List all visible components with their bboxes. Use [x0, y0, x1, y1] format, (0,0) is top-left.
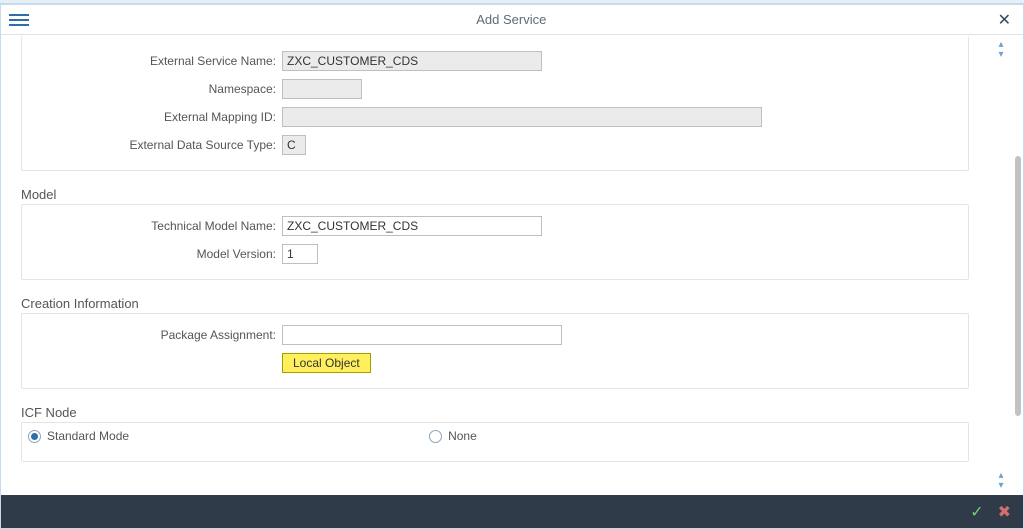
model-version-input[interactable] [282, 244, 318, 264]
dialog-footer: ✓ ✖ [1, 495, 1023, 528]
external-mapping-id-input[interactable] [282, 107, 762, 127]
icf-node-panel: Standard Mode None [21, 422, 969, 462]
icf-radio-none[interactable]: None [429, 429, 477, 443]
service-info-panel: External Service Name: Namespace: Extern… [21, 36, 969, 171]
external-data-source-type-label: External Data Source Type: [32, 138, 282, 152]
radio-icon [429, 430, 442, 443]
creation-info-panel: Package Assignment: Local Object [21, 313, 969, 389]
model-heading: Model [21, 181, 969, 204]
model-panel: Technical Model Name: Model Version: [21, 204, 969, 280]
scrollbar-thumb[interactable] [1015, 156, 1021, 416]
dialog-content: External Service Name: Namespace: Extern… [1, 36, 989, 495]
cancel-icon[interactable]: ✖ [998, 502, 1011, 522]
scroll-spinner-right: ▴ ▾ ▴ ▾ [989, 36, 1013, 495]
title-bar: Add Service ✕ [1, 5, 1023, 35]
close-icon[interactable]: ✕ [994, 10, 1015, 30]
namespace-input[interactable] [282, 79, 362, 99]
technical-model-name-input[interactable] [282, 216, 542, 236]
local-object-button[interactable]: Local Object [282, 353, 371, 373]
external-service-name-label: External Service Name: [32, 54, 282, 68]
icf-node-heading: ICF Node [21, 399, 969, 422]
namespace-label: Namespace: [32, 82, 282, 96]
chevron-down-icon[interactable]: ▾ [998, 50, 1003, 60]
icf-radio-none-label: None [448, 429, 477, 443]
dialog-window: Add Service ✕ External Service Name: Nam… [0, 4, 1024, 529]
chevron-down-icon[interactable]: ▾ [998, 481, 1003, 491]
model-version-label: Model Version: [32, 247, 282, 261]
external-mapping-id-label: External Mapping ID: [32, 110, 282, 124]
creation-info-heading: Creation Information [21, 290, 969, 313]
technical-model-name-label: Technical Model Name: [32, 219, 282, 233]
confirm-icon[interactable]: ✓ [970, 502, 983, 522]
radio-icon [28, 430, 41, 443]
vertical-scrollbar[interactable] [1013, 36, 1023, 495]
package-assignment-input[interactable] [282, 325, 562, 345]
icf-radio-standard[interactable]: Standard Mode [28, 429, 129, 443]
icf-radio-standard-label: Standard Mode [47, 429, 129, 443]
external-service-name-input[interactable] [282, 51, 542, 71]
external-data-source-type-input[interactable] [282, 135, 306, 155]
dialog-title: Add Service [29, 12, 994, 27]
package-assignment-label: Package Assignment: [32, 328, 282, 342]
menu-icon[interactable] [9, 10, 29, 30]
